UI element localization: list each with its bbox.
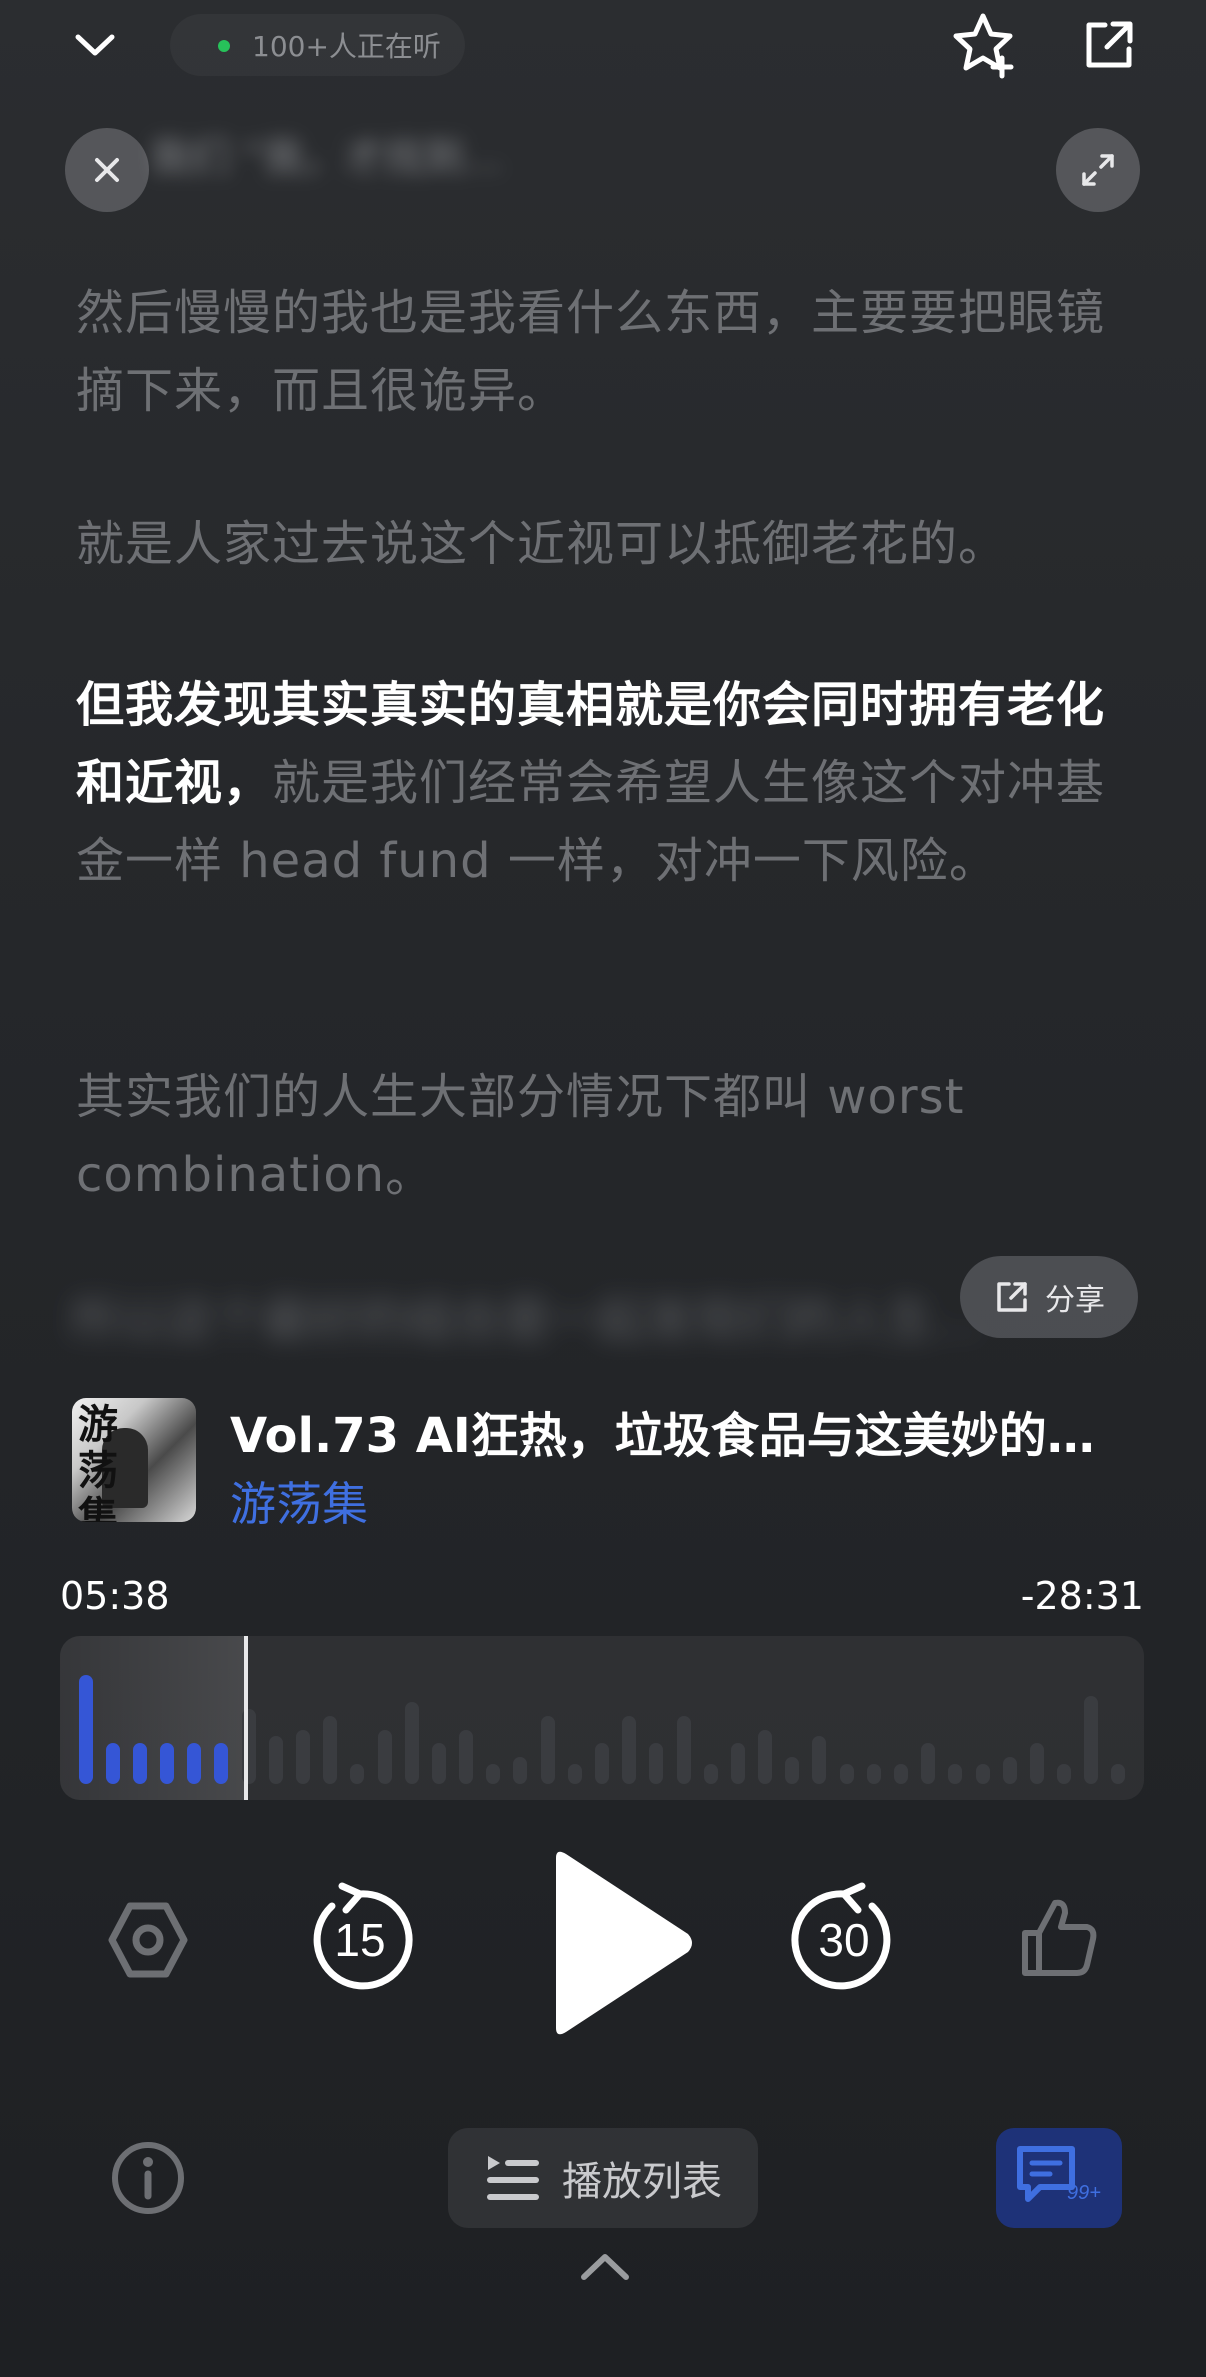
thumbs-up-icon: [1022, 1899, 1097, 1976]
playlist-label: 播放列表: [562, 2159, 722, 2205]
cover-title-text: 游荡集: [78, 1401, 118, 1523]
remaining-time: -28:31: [1020, 1574, 1144, 1618]
playlist-icon: [487, 2156, 539, 2200]
waveform-bar: [132, 1743, 147, 1784]
share-out-icon: [1086, 21, 1133, 68]
settings-button[interactable]: [98, 1890, 198, 1990]
collapse-button[interactable]: [50, 0, 140, 90]
waveform-bar: [1111, 1763, 1126, 1784]
live-dot-icon: [218, 40, 230, 52]
rewind-15-icon: 15: [313, 1882, 413, 1990]
playhead[interactable]: [244, 1636, 248, 1800]
waveform-bar: [513, 1756, 528, 1784]
forward-button[interactable]: 30: [784, 1880, 904, 2000]
waveform-bar: [649, 1743, 664, 1784]
waveform-bar: [567, 1763, 582, 1784]
waveform-bar: [268, 1736, 283, 1784]
episode-cover[interactable]: 游荡集: [72, 1398, 196, 1522]
waveform-bar: [676, 1716, 691, 1784]
external-share-button[interactable]: [1064, 0, 1154, 90]
transcript-paragraph[interactable]: 然后慢慢的我也是我看什么东西，主要要把眼镜摘下来，而且很诡异。: [76, 274, 1136, 430]
waveform-bar: [459, 1729, 474, 1784]
play-icon: [556, 1851, 692, 2035]
play-button[interactable]: [538, 1848, 698, 2038]
listener-count-text: 100+人正在听: [252, 30, 441, 63]
waveform-bar: [486, 1763, 501, 1784]
waveform-bar: [622, 1716, 637, 1784]
close-icon: [95, 158, 119, 182]
waveform-bar: [703, 1763, 718, 1784]
forward-seconds-label: 30: [818, 1914, 869, 1966]
waveform-bar: [948, 1763, 963, 1784]
waveform-bar: [921, 1743, 936, 1784]
episode-title[interactable]: Vol.73 AI狂热，垃圾食品与这美妙的…: [230, 1396, 1130, 1466]
waveform-scrubber[interactable]: [60, 1636, 1144, 1800]
forward-30-icon: 30: [791, 1882, 891, 1990]
waveform-bar: [893, 1763, 908, 1784]
comment-icon: 99+: [1017, 2146, 1101, 2204]
waveform-bar: [540, 1716, 555, 1784]
waveform-bar: [595, 1743, 609, 1784]
comment-count-badge: 99+: [1067, 2182, 1101, 2204]
waveform-bar: [1002, 1756, 1017, 1784]
waveform-bar: [785, 1756, 800, 1784]
rewind-seconds-label: 15: [334, 1914, 385, 1966]
share-icon: [997, 1282, 1027, 1312]
waveform-bar: [431, 1743, 446, 1784]
transcript-paragraph[interactable]: 就是人家过去说这个近视可以抵御老花的。: [76, 505, 1136, 583]
waveform-bar: [1029, 1743, 1044, 1784]
waveform-bar: [866, 1763, 881, 1784]
chevron-down-icon: [75, 34, 115, 56]
waveform-bar: [350, 1763, 365, 1784]
blurred-transcript-line: 我们 “我，才找到…: [150, 135, 504, 181]
waveform-bar: [1084, 1695, 1099, 1784]
expand-button[interactable]: [1056, 128, 1140, 212]
blurred-transcript-line: 所以这个最好的组合是一起发现们的人生…: [70, 1292, 983, 1348]
transcript-paragraph-current[interactable]: 但我发现其实真实的真相就是你会同时拥有老化和近视，就是我们经常会希望人生像这个对…: [76, 666, 1136, 900]
waveform-bar: [160, 1743, 175, 1784]
transcript-text: 就是人家过去说这个近视可以抵御老花的。: [76, 516, 1008, 572]
waveform-bar: [404, 1702, 419, 1784]
favorite-button[interactable]: [940, 0, 1030, 90]
chevron-up-icon: [581, 2254, 629, 2280]
info-icon: [112, 2142, 184, 2214]
waveform-bar: [214, 1743, 229, 1784]
waveform-bar: [377, 1729, 392, 1784]
like-button[interactable]: [1008, 1888, 1108, 1988]
podcast-name-link[interactable]: 游荡集: [230, 1468, 368, 1534]
star-plus-icon: [953, 13, 1014, 79]
transcript-paragraph[interactable]: 其实我们的人生大部分情况下都叫 worst combination。: [76, 1058, 1136, 1214]
playlist-button[interactable]: 播放列表: [448, 2128, 758, 2228]
comments-button[interactable]: 99+: [996, 2128, 1122, 2228]
expand-icon: [1082, 154, 1114, 186]
close-button[interactable]: [65, 128, 149, 212]
waveform-bar: [323, 1716, 338, 1784]
expand-panel-button[interactable]: [570, 2236, 640, 2296]
transcript-text: 然后慢慢的我也是我看什么东西，主要要把眼镜摘下来，而且很诡异。: [76, 285, 1106, 419]
waveform-bar: [187, 1743, 202, 1784]
share-label: 分享: [1045, 1283, 1105, 1318]
episode-info-button[interactable]: [98, 2128, 198, 2228]
transcript-text: 其实我们的人生大部分情况下都叫 worst combination。: [76, 1069, 965, 1203]
listener-count-pill: 100+人正在听: [170, 14, 465, 76]
waveform-bar: [975, 1763, 990, 1784]
waveform-bar: [812, 1736, 827, 1784]
waveform-bar: [839, 1763, 854, 1784]
waveform-bar: [758, 1729, 773, 1784]
waveform-bar: [105, 1743, 120, 1784]
hexagon-settings-icon: [108, 1902, 188, 1978]
waveform-bar: [296, 1729, 311, 1784]
share-button[interactable]: 分享: [960, 1256, 1138, 1338]
waveform-bar: [1057, 1763, 1072, 1784]
elapsed-time: 05:38: [60, 1574, 170, 1618]
rewind-button[interactable]: 15: [300, 1880, 420, 2000]
waveform-bar: [78, 1675, 93, 1784]
waveform-bar: [730, 1743, 745, 1784]
